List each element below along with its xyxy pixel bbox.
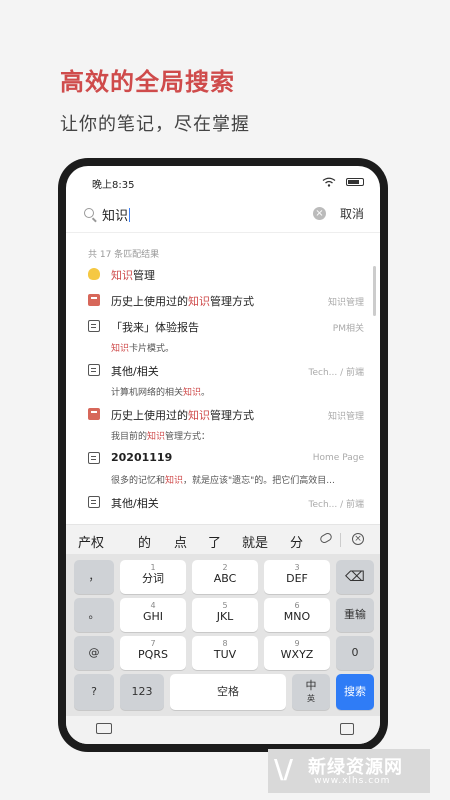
results-list: 知识管理 历史上使用过的知识管理方式 知识管理 「我来」体验报告 PM相关 知识… [66, 262, 380, 516]
result-snippet: 知识卡片模式。 [111, 344, 175, 354]
divider [340, 533, 341, 547]
result-item[interactable]: 历史上使用过的知识管理方式 知识管理 [66, 402, 380, 428]
result-title: 20201119 [111, 451, 173, 464]
delete-key[interactable]: ⌫ [336, 560, 374, 594]
scrollbar[interactable] [373, 266, 376, 316]
clear-search-icon[interactable]: × [313, 207, 326, 220]
key-7[interactable]: 7 PQRS [120, 636, 186, 670]
reenter-key[interactable]: 重输 [336, 598, 374, 632]
status-time: 晚上8:35 [92, 180, 135, 191]
battery-icon [346, 178, 364, 186]
key-4[interactable]: 4 GHI [120, 598, 186, 632]
promo-subtitle: 让你的笔记，尽在掌握 [60, 114, 250, 135]
result-title: 知识管理 [111, 269, 155, 282]
result-title: 历史上使用过的知识管理方式 [111, 295, 254, 308]
promo-title: 高效的全局搜索 [60, 68, 235, 96]
results-count: 共 17 条匹配结果 [88, 250, 160, 260]
result-tag: PM相关 [332, 324, 364, 334]
result-title: 「我来」体验报告 [111, 321, 199, 334]
phone-frame: 晚上8:35 知识 × 取消 共 17 条匹配结果 知识管理 历史上使用过的知识… [58, 158, 388, 752]
note-icon [88, 452, 100, 464]
result-item[interactable]: 「我来」体验报告 PM相关 [66, 314, 380, 340]
result-snippet: 计算机网络的相关知识。 [111, 388, 211, 398]
watermark: \/ 新绿资源网 www.xlhs.com [268, 749, 430, 793]
result-item[interactable]: 知识管理 [66, 262, 380, 288]
key-5[interactable]: 5 JKL [192, 598, 258, 632]
divider [66, 232, 380, 233]
clipboard-icon[interactable] [340, 723, 354, 735]
watermark-logo: \/ [274, 755, 293, 785]
close-icon[interactable]: × [352, 533, 364, 545]
comma-key[interactable]: ， [74, 560, 114, 594]
result-tag: Tech... / 前端 [308, 500, 365, 510]
result-tag: 知识管理 [327, 298, 364, 308]
result-title: 历史上使用过的知识管理方式 [111, 409, 254, 422]
result-title: 其他/相关 [111, 365, 159, 378]
key-9[interactable]: 9 WXYZ [264, 636, 330, 670]
search-bar: 知识 × 取消 [78, 200, 368, 228]
backspace-icon: ⌫ [345, 569, 365, 585]
note-icon [88, 364, 100, 376]
keyboard-icon[interactable] [96, 723, 112, 734]
watermark-url: www.xlhs.com [314, 776, 391, 786]
bulb-icon [88, 268, 100, 280]
question-key[interactable]: ? [74, 674, 114, 710]
cancel-button[interactable]: 取消 [340, 205, 364, 222]
book-icon [88, 408, 100, 420]
result-tag: Tech... / 前端 [308, 368, 365, 378]
wifi-icon [322, 177, 336, 187]
key-1[interactable]: 1 分词 [120, 560, 186, 594]
key-3[interactable]: 3 DEF [264, 560, 330, 594]
result-item[interactable]: 历史上使用过的知识管理方式 知识管理 [66, 288, 380, 314]
phone-screen: 晚上8:35 知识 × 取消 共 17 条匹配结果 知识管理 历史上使用过的知识… [66, 166, 380, 744]
candidate-word[interactable]: 分 [290, 532, 303, 551]
result-tag: Home Page [312, 453, 364, 463]
note-icon [88, 496, 100, 508]
result-item[interactable]: 其他/相关 Tech... / 前端 [66, 358, 380, 384]
candidate-word[interactable]: 的 [138, 532, 151, 551]
result-snippet: 很多的记忆和知识，就是应该"遗忘"的。把它们高效目... [111, 476, 335, 486]
candidate-word[interactable]: 点 [174, 532, 187, 551]
period-key[interactable]: 。 [74, 598, 114, 632]
result-snippet: 我目前的知识管理方式： [111, 432, 211, 442]
key-2[interactable]: 2 ABC [192, 560, 258, 594]
status-bar: 晚上8:35 [86, 176, 364, 191]
candidate-word[interactable]: 了 [208, 532, 221, 551]
result-title: 其他/相关 [111, 497, 159, 510]
result-item[interactable]: 其他/相关 Tech... / 前端 [66, 490, 380, 516]
at-key[interactable]: @ [74, 636, 114, 670]
candidate-bar: 产权 的 点 了 就是 分 × [66, 524, 380, 555]
book-icon [88, 294, 100, 306]
result-item[interactable]: 20201119 Home Page [66, 446, 380, 472]
search-key[interactable]: 搜索 [336, 674, 374, 710]
note-icon [88, 320, 100, 332]
key-8[interactable]: 8 TUV [192, 636, 258, 670]
link-icon[interactable] [318, 531, 334, 545]
candidate-word[interactable]: 产权 [78, 532, 104, 551]
zero-key[interactable]: 0 [336, 636, 374, 670]
num-switch-key[interactable]: 123 [120, 674, 164, 710]
candidate-word[interactable]: 就是 [242, 532, 268, 551]
result-tag: 知识管理 [327, 412, 364, 422]
space-key[interactable]: 空格 [170, 674, 286, 710]
lang-switch-key[interactable]: 中英 [292, 674, 330, 710]
nav-bar [66, 716, 380, 744]
search-icon [84, 208, 94, 218]
key-6[interactable]: 6 MNO [264, 598, 330, 632]
search-input[interactable]: 知识 [102, 205, 130, 224]
